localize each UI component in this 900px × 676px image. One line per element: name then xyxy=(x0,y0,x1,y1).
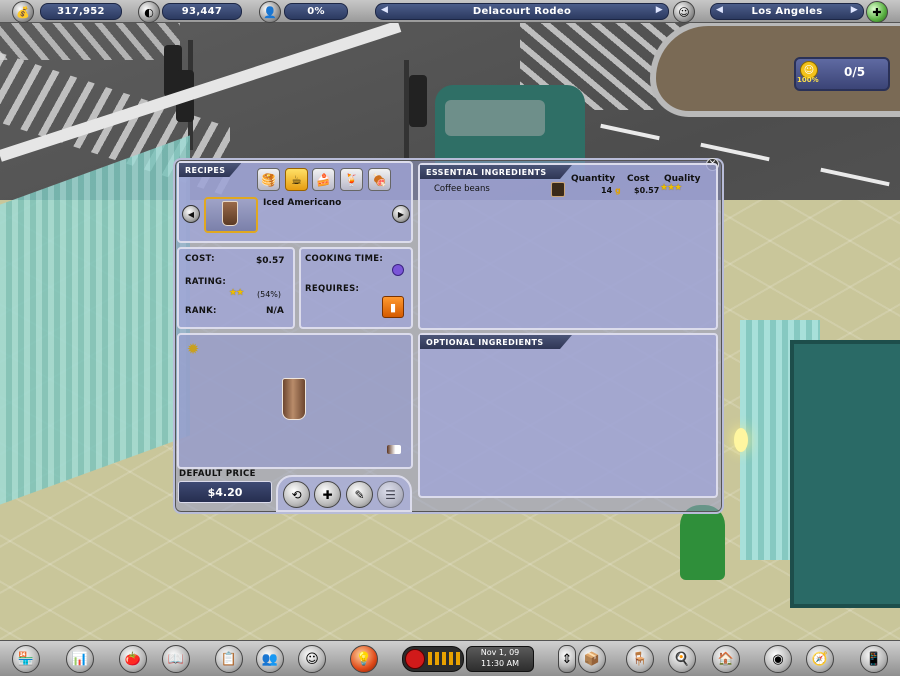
game-date: Nov 1, 09 xyxy=(480,648,520,657)
cooking-time-label: COOKING TIME: xyxy=(305,254,384,264)
next-recipe-button[interactable]: ▶ xyxy=(392,205,410,223)
main-dish-icon[interactable]: 🍖 xyxy=(368,168,391,191)
map-icon[interactable]: 🧭 xyxy=(806,645,834,673)
delete-recipe-icon[interactable]: ⟲ xyxy=(283,481,310,508)
wall-lamp xyxy=(734,428,748,452)
coffee-icon[interactable]: ☕ xyxy=(285,168,308,191)
rank-label: RANK: xyxy=(185,306,217,316)
speed-level-icon[interactable] xyxy=(456,652,460,665)
dessert-icon[interactable]: 🍰 xyxy=(312,168,335,191)
expand-restaurant-icon[interactable]: 🏠 xyxy=(712,645,740,673)
zoom-control-icon[interactable]: ⇕ xyxy=(558,645,576,673)
gear-icon[interactable]: ✹ xyxy=(185,341,201,357)
requires-label: REQUIRES: xyxy=(305,284,360,294)
rank-value: N/A xyxy=(266,306,284,316)
crosswalk xyxy=(0,20,180,60)
goal-percent: 100% xyxy=(797,76,819,84)
traffic-light xyxy=(409,75,427,127)
kitchen-counter xyxy=(790,340,900,608)
speed-level-icon[interactable] xyxy=(435,652,439,665)
ingredient-tag-icon xyxy=(387,445,401,454)
chevron-right-icon[interactable]: ▶ xyxy=(656,5,663,15)
pause-button[interactable] xyxy=(405,649,425,669)
chef-icon[interactable]: ☺ xyxy=(673,1,695,23)
ingredient-quantity: 14 g xyxy=(601,186,621,195)
rating-stars: ★★ xyxy=(229,288,244,298)
cost-label: COST: xyxy=(185,254,215,264)
timer-icon xyxy=(392,264,404,276)
optional-ingredients-panel: OPTIONAL INGREDIENTS xyxy=(418,333,718,498)
chevron-left-icon[interactable]: ◀ xyxy=(716,5,723,15)
recipes-book-icon[interactable]: 📖 xyxy=(162,645,190,673)
cost-value: $0.57 xyxy=(256,256,285,266)
hire-staff-icon[interactable]: 👥 xyxy=(256,645,284,673)
speed-level-icon[interactable] xyxy=(449,652,453,665)
van-window xyxy=(445,100,545,136)
potted-plant xyxy=(680,505,725,580)
money-icon[interactable]: 💰 xyxy=(12,1,34,23)
default-price-label: DEFAULT PRICE xyxy=(179,469,256,479)
statistics-icon[interactable]: 📊 xyxy=(66,645,94,673)
iced-americano-preview xyxy=(282,378,306,420)
restaurant-menu-icon[interactable]: 🏪 xyxy=(12,645,40,673)
quantity-column-header: Quantity xyxy=(571,174,616,184)
ideas-icon[interactable]: 💡 xyxy=(350,645,378,673)
rating-value: (54%) xyxy=(257,290,282,299)
default-price-value[interactable]: $4.20 xyxy=(178,481,272,503)
game-clock: Nov 1, 09 11:30 AM xyxy=(466,646,534,672)
essential-ingredients-header: ESSENTIAL INGREDIENTS xyxy=(420,165,572,179)
phone-icon[interactable]: 📱 xyxy=(860,645,888,673)
create-recipe-icon[interactable]: ✚ xyxy=(314,481,341,508)
fridge-icon: ▮ xyxy=(382,296,404,318)
chevron-left-icon[interactable]: ◀ xyxy=(381,5,388,15)
chevron-right-icon[interactable]: ▶ xyxy=(851,5,858,15)
staff-icon[interactable]: 👤 xyxy=(259,1,281,23)
restaurant-name: Delacourt Rodeo xyxy=(472,6,572,17)
speed-level-icon[interactable] xyxy=(442,652,446,665)
goal-progress-widget[interactable]: ☺ 100% 0/5 xyxy=(794,57,890,91)
ingredients-icon[interactable]: 🍅 xyxy=(119,645,147,673)
customers-icon[interactable]: ☺ xyxy=(298,645,326,673)
compass-icon[interactable]: ✚ xyxy=(866,1,888,23)
recipes-header: RECIPES xyxy=(179,163,241,177)
speed-level-icon[interactable] xyxy=(428,652,432,665)
edit-recipe-icon[interactable]: ✎ xyxy=(346,481,373,508)
lighting-icon[interactable]: ◉ xyxy=(764,645,792,673)
staff-notes-icon[interactable]: 📋 xyxy=(215,645,243,673)
rating-label: RATING: xyxy=(185,277,227,287)
reputation-display: 93,447 xyxy=(162,3,242,20)
kitchen-icon[interactable]: 🍳 xyxy=(668,645,696,673)
percent-display: 0% xyxy=(284,3,348,20)
goal-count: 0/5 xyxy=(844,65,866,79)
build-icon[interactable]: 📦 xyxy=(578,645,606,673)
previous-recipe-button[interactable]: ◀ xyxy=(182,205,200,223)
coffee-beans-icon xyxy=(551,182,565,197)
city-name: Los Angeles xyxy=(751,6,823,17)
ingredient-name: Coffee beans xyxy=(434,184,490,194)
game-time: 11:30 AM xyxy=(481,659,519,668)
ingredient-quality-stars: ★★★ xyxy=(660,183,682,193)
recipe-name: Iced Americano xyxy=(263,198,342,208)
starter-icon[interactable]: 🥞 xyxy=(257,168,280,191)
optional-ingredients-header: OPTIONAL INGREDIENTS xyxy=(420,335,572,349)
drink-icon[interactable]: 🍹 xyxy=(340,168,363,191)
city-selector[interactable]: ◀ Los Angeles ▶ xyxy=(710,3,864,20)
decoration-icon[interactable]: 🪑 xyxy=(626,645,654,673)
cost-column-header: Cost xyxy=(627,174,650,184)
recipe-list-icon[interactable]: ☰ xyxy=(377,481,404,508)
ingredient-cost: $0.57 xyxy=(634,186,660,195)
money-display: 317,952 xyxy=(40,3,122,20)
restaurant-selector[interactable]: ◀ Delacourt Rodeo ▶ xyxy=(375,3,669,20)
iced-americano-icon xyxy=(222,201,238,226)
reputation-icon[interactable]: ◐ xyxy=(138,1,160,23)
